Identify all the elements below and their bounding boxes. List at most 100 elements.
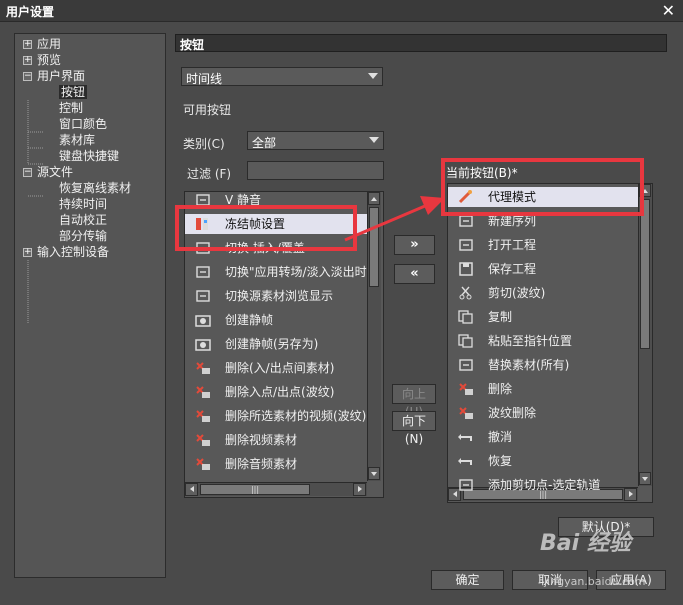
current-item[interactable]: 恢复 <box>448 449 638 473</box>
tree-item-label: 素材库 <box>59 133 96 147</box>
tree-item[interactable]: 键盘快捷键 <box>59 148 119 164</box>
move-down-button[interactable]: 向下(N) <box>392 411 436 446</box>
delete-inout-icon <box>196 362 210 374</box>
current-item[interactable]: 复制 <box>448 305 638 329</box>
available-item-label: 切换"应用转场/淡入淡出时 <box>225 265 367 279</box>
view-combo[interactable]: 时间线 <box>181 67 383 86</box>
current-item[interactable]: 打开工程 <box>448 233 638 257</box>
scroll-down-button[interactable] <box>368 467 380 480</box>
tree-item-label: 窗口颜色 <box>59 117 108 131</box>
tree-item[interactable]: 按钮 <box>59 84 88 100</box>
scroll-right-button[interactable] <box>353 483 366 496</box>
current-item-label: 撤消 <box>488 430 513 444</box>
watermark-logo: Bai 经验 <box>540 531 631 556</box>
expand-icon[interactable]: + <box>23 56 32 65</box>
tree-item-label: 用户界面 <box>37 69 86 83</box>
tree-item-label: 持续时间 <box>59 197 108 211</box>
tree-item[interactable]: 自动校正 <box>59 212 107 228</box>
scroll-up-button[interactable] <box>639 184 651 197</box>
collapse-icon[interactable]: − <box>23 72 32 81</box>
available-item[interactable]: 冻结帧设置 <box>185 212 367 236</box>
tree-item[interactable]: + 输入控制设备 <box>23 244 109 260</box>
available-item[interactable]: 删除音频素材 <box>185 452 367 476</box>
scroll-thumb[interactable] <box>640 199 650 349</box>
chevron-down-icon <box>369 137 379 143</box>
available-item[interactable]: 切换源素材浏览显示 <box>185 284 367 308</box>
tree-item[interactable]: + 预览 <box>23 52 61 68</box>
ripple-delete-icon <box>459 407 473 419</box>
delete-ripple-icon <box>196 386 210 398</box>
tree-item[interactable]: 素材库 <box>59 132 95 148</box>
available-buttons-list[interactable]: ||| V 静音 冻结帧设置 切换 插入/覆盖切换"应用转场/淡入淡出时切换源素材浏… <box>184 191 384 498</box>
scroll-thumb[interactable] <box>369 207 379 287</box>
current-item[interactable]: 剪切(波纹) <box>448 281 638 305</box>
scroll-up-button[interactable] <box>368 192 380 205</box>
expand-icon[interactable]: + <box>23 40 32 49</box>
current-item[interactable]: 新建序列 <box>448 209 638 233</box>
available-item[interactable]: 删除所选素材的视频(波纹) <box>185 404 367 428</box>
available-item[interactable]: 切换"应用转场/淡入淡出时 <box>185 260 367 284</box>
undo-icon <box>458 434 472 441</box>
tree-item[interactable]: 持续时间 <box>59 196 107 212</box>
tree-item[interactable]: 控制 <box>59 100 83 116</box>
current-item[interactable]: 粘贴至指针位置 <box>448 329 638 353</box>
tree-item-label: 恢复离线素材 <box>59 181 132 195</box>
tree-item[interactable]: 窗口颜色 <box>59 116 107 132</box>
window-title: 用户设置 <box>6 5 55 19</box>
available-item-label: 删除视频素材 <box>225 433 298 447</box>
current-item-label: 代理模式 <box>488 190 537 204</box>
ok-button[interactable]: 确定 <box>431 570 504 590</box>
expand-icon[interactable]: + <box>23 248 32 257</box>
camera-save-icon <box>195 339 211 351</box>
available-buttons-label: 可用按钮 <box>183 103 232 117</box>
available-item[interactable]: 创建静帧 <box>185 308 367 332</box>
current-item[interactable]: 添加剪切点-选定轨道 <box>448 473 638 497</box>
available-list-hscroll[interactable]: ||| <box>185 482 367 496</box>
camera-icon <box>195 315 211 327</box>
category-combo[interactable]: 全部 <box>247 131 384 150</box>
tree-item[interactable]: − 用户界面 <box>23 68 85 84</box>
available-item[interactable]: 删除(入/出点间素材) <box>185 356 367 380</box>
delete-video-icon <box>196 434 210 446</box>
scroll-left-button[interactable] <box>185 483 198 496</box>
hscroll-thumb[interactable]: ||| <box>200 484 310 495</box>
chevron-down-icon <box>368 73 378 79</box>
available-item[interactable]: 切换 插入/覆盖 <box>185 236 367 260</box>
current-item[interactable]: 替换素材(所有) <box>448 353 638 377</box>
title-bar: 用户设置 ✕ <box>0 0 683 22</box>
current-list-vscroll[interactable] <box>638 184 652 486</box>
available-item[interactable]: 删除视频素材 <box>185 428 367 452</box>
current-buttons-list[interactable]: ||| 代理模式 新建序列 打开工程 保存工程 剪切(波纹) 复制 粘贴至指针位置 替换素材(… <box>447 183 653 503</box>
tree-item[interactable]: 恢复离线素材 <box>59 180 131 196</box>
available-item-label: 创建静帧 <box>225 313 274 327</box>
current-item-label: 新建序列 <box>488 214 537 228</box>
current-buttons-label: 当前按钮(B)* <box>446 166 518 180</box>
paste-icon <box>458 334 473 348</box>
current-item[interactable]: 波纹删除 <box>448 401 638 425</box>
view-combo-value: 时间线 <box>186 72 223 86</box>
available-item[interactable]: 删除入点/出点(波纹) <box>185 380 367 404</box>
open-project-icon <box>459 239 473 251</box>
available-item[interactable]: 创建静帧(另存为) <box>185 332 367 356</box>
proxy-icon <box>458 190 472 204</box>
collapse-icon[interactable]: − <box>23 168 32 177</box>
tree-item-label: 预览 <box>37 53 62 67</box>
scroll-down-button[interactable] <box>639 472 651 485</box>
tree-item[interactable]: 部分传输 <box>59 228 107 244</box>
remove-button[interactable]: « <box>394 264 435 284</box>
add-button[interactable]: » <box>394 235 435 255</box>
tree-item[interactable]: + 应用 <box>23 36 61 52</box>
filter-input[interactable] <box>247 161 384 180</box>
tree-item-label: 按钮 <box>59 85 88 99</box>
close-icon[interactable]: ✕ <box>662 1 675 20</box>
current-item[interactable]: 撤消 <box>448 425 638 449</box>
move-up-button[interactable]: 向上(U) <box>392 384 436 419</box>
current-item[interactable]: 删除 <box>448 377 638 401</box>
current-item[interactable]: 代理模式 <box>448 185 638 209</box>
available-item[interactable]: V 静音 <box>185 192 367 212</box>
tree-item[interactable]: − 源文件 <box>23 164 73 180</box>
watermark: Bai 经验 jingyan.baidu.com <box>540 525 646 588</box>
available-item-label: 创建静帧(另存为) <box>225 337 319 351</box>
current-item[interactable]: 保存工程 <box>448 257 638 281</box>
available-list-vscroll[interactable] <box>367 192 381 481</box>
